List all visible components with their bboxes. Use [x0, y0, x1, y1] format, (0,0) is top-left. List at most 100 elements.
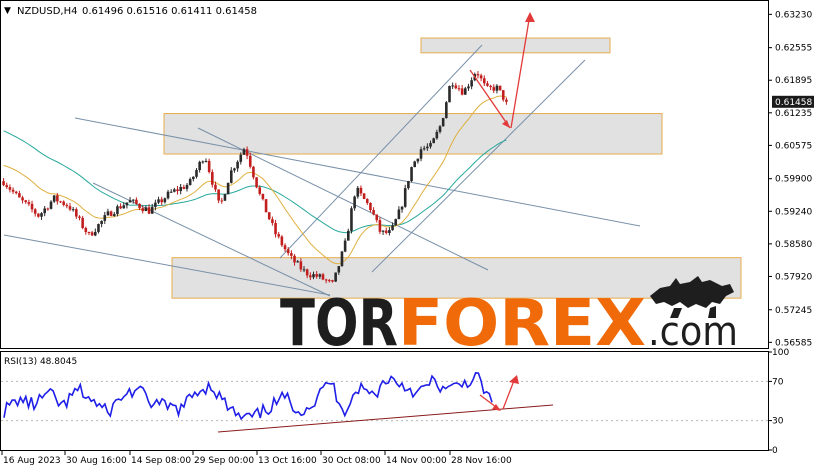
candle-body — [122, 205, 126, 209]
candle-body — [290, 253, 293, 256]
candle-body — [407, 181, 410, 189]
logo-prefix: TOR — [280, 287, 398, 361]
candle-body — [229, 170, 233, 183]
candle-body — [46, 208, 50, 210]
candle-body — [128, 200, 132, 203]
candle-body — [52, 195, 56, 202]
candle-body — [160, 199, 164, 203]
candle-body — [391, 225, 394, 231]
candle-body — [150, 206, 154, 214]
candle-body — [365, 198, 369, 203]
candle-body — [356, 187, 360, 197]
candle-body — [302, 269, 306, 271]
candle-body — [68, 206, 72, 210]
candle-body — [204, 160, 208, 162]
candle-body — [460, 88, 464, 95]
candle-body — [33, 209, 37, 214]
price-zone — [420, 37, 611, 54]
forex-chart: TOR FOREX .com ▼ NZDUSD,H4 0.61496 0.615… — [0, 0, 816, 471]
time-tick-label: 28 Nov 16:00 — [451, 456, 512, 466]
candle-body — [283, 245, 287, 250]
rsi-tick-label: 0 — [772, 446, 778, 456]
candle-body — [75, 209, 78, 217]
candle-body — [337, 266, 341, 273]
current-price-marker: 0.61458 — [772, 95, 814, 108]
candle-body — [116, 206, 119, 215]
candle-body — [236, 161, 239, 169]
candle-body — [324, 279, 328, 281]
price-tick-label: 0.61895 — [775, 76, 812, 86]
candle-body — [432, 138, 435, 144]
candle-body — [14, 191, 18, 194]
candle-body — [43, 208, 46, 214]
time-tick-label: 30 Oct 08:00 — [322, 456, 381, 466]
time-tick-label: 14 Nov 00:00 — [386, 456, 447, 466]
candle-body — [163, 198, 167, 203]
candle-body — [24, 200, 28, 203]
candle-body — [245, 149, 249, 156]
candle-body — [334, 272, 337, 282]
candle-body — [362, 193, 366, 199]
candle-body — [214, 184, 217, 190]
candle-body — [299, 261, 303, 270]
candle-body — [100, 220, 103, 225]
price-tick-label: 0.59900 — [775, 175, 812, 185]
candle-body — [144, 207, 148, 212]
candle-body — [378, 220, 382, 232]
candle-body — [312, 274, 315, 278]
candle-body — [267, 212, 271, 220]
candle-body — [106, 211, 110, 216]
candle-body — [343, 240, 347, 252]
candle-body — [280, 236, 284, 246]
logo-main: FOREX — [398, 287, 646, 361]
candle-body — [141, 208, 145, 212]
candle-body — [49, 201, 53, 209]
price-tick-label: 0.60575 — [775, 141, 812, 151]
candle-body — [211, 172, 214, 185]
candle-body — [419, 149, 423, 159]
candle-body — [457, 88, 461, 90]
candle-body — [381, 230, 385, 232]
candle-body — [410, 167, 413, 182]
candle-body — [217, 189, 220, 201]
candle-body — [331, 280, 334, 282]
time-tick-label: 16 Aug 2023 — [3, 456, 61, 466]
price-tick-label: 0.62555 — [775, 44, 812, 54]
candle-body — [185, 184, 189, 189]
candle-body — [422, 148, 426, 150]
candle-body — [429, 143, 432, 147]
candle-body — [87, 232, 91, 234]
candle-body — [188, 179, 192, 185]
candle-body — [166, 191, 170, 199]
candle-body — [492, 87, 496, 91]
candle-body — [350, 208, 353, 231]
price-tick-label: 0.57245 — [775, 306, 812, 316]
time-tick-label: 13 Oct 16:00 — [258, 456, 317, 466]
candle-body — [201, 161, 205, 163]
candle-body — [489, 85, 492, 88]
candle-body — [501, 90, 505, 100]
candle-body — [277, 234, 281, 237]
candle-body — [479, 75, 483, 79]
chart-svg: TOR FOREX .com ▼ NZDUSD,H4 0.61496 0.615… — [0, 0, 816, 471]
header-arrow: ▼ — [4, 6, 11, 16]
candle-body — [81, 217, 84, 228]
candle-body — [470, 80, 473, 87]
candle-body — [97, 224, 100, 232]
candle-body — [169, 191, 173, 193]
candle-body — [293, 255, 296, 263]
candle-body — [271, 219, 274, 223]
candle-body — [157, 199, 160, 203]
candle-body — [359, 187, 363, 194]
candle-body — [305, 269, 309, 276]
candle-body — [233, 168, 236, 171]
candle-body — [93, 231, 97, 236]
candle-body — [131, 199, 135, 201]
watermark-logo: TOR FOREX .com — [280, 276, 738, 361]
candle-body — [346, 230, 350, 241]
candle-body — [125, 202, 129, 206]
candle-body — [119, 206, 122, 209]
candle-body — [384, 230, 388, 233]
candle-body — [403, 188, 407, 207]
candle-body — [296, 261, 299, 263]
